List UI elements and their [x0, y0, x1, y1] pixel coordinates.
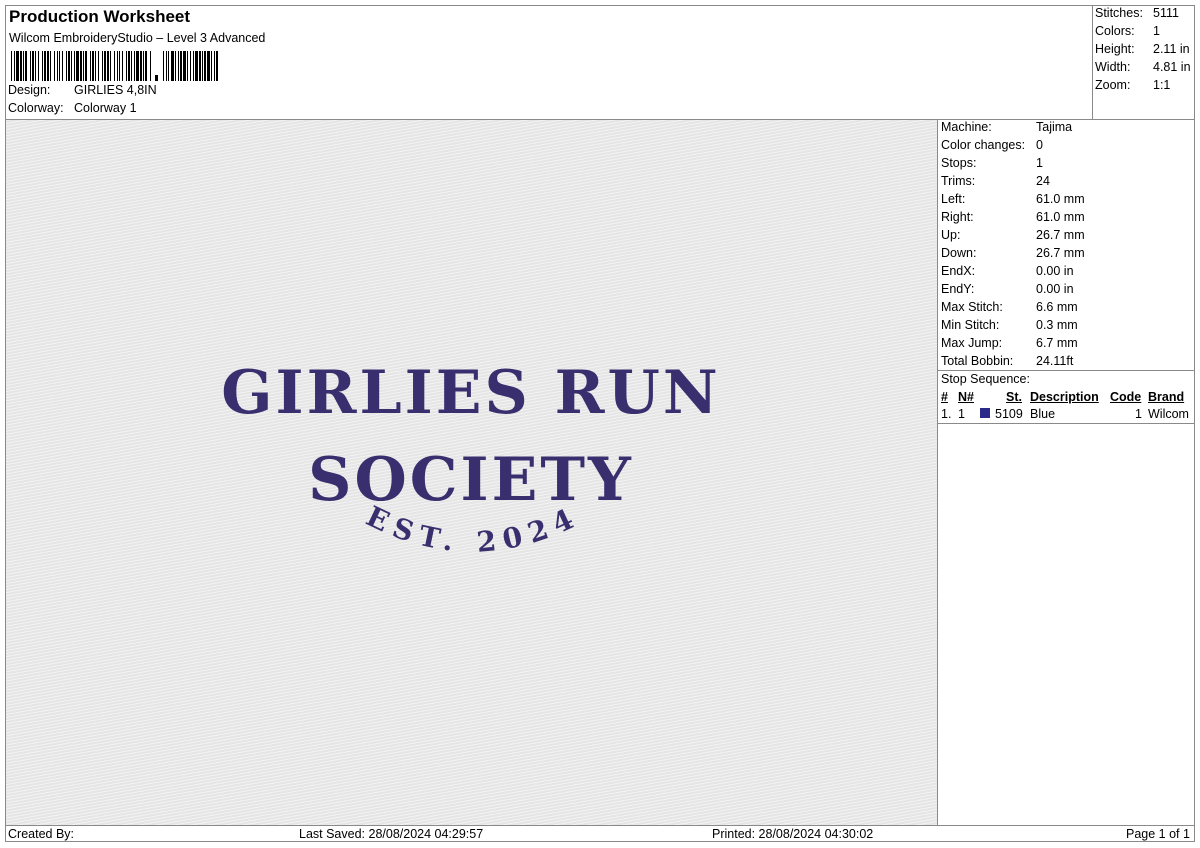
machine-info-value: 24	[1036, 174, 1050, 188]
seq-row-description: Blue	[1030, 407, 1056, 421]
machine-info-value: 26.7 mm	[1036, 246, 1085, 260]
header-divider	[1092, 5, 1093, 119]
col-header-code: Code	[1110, 390, 1142, 404]
machine-info-label: Max Stitch:	[941, 300, 1003, 314]
design-label: Design:	[8, 83, 51, 97]
thread-color-swatch	[980, 408, 990, 418]
footer-page-number: Page 1 of 1	[1126, 827, 1190, 841]
footer-printed: Printed: 28/08/2024 04:30:02	[712, 827, 874, 841]
design-text-line1: GIRLIES RUN	[221, 358, 720, 428]
col-header-n: N#	[958, 390, 974, 404]
stat-value: 2.11 in	[1153, 42, 1190, 56]
footer-last-saved: Last Saved: 28/08/2024 04:29:57	[299, 827, 484, 841]
footer-created-by: Created By:	[8, 827, 75, 841]
stat-label: Width:	[1095, 60, 1131, 74]
machine-info-value: 26.7 mm	[1036, 228, 1085, 242]
design-value: GIRLIES 4,8IN	[74, 83, 157, 97]
machine-info-label: Machine:	[941, 120, 992, 134]
seq-row-brand: Wilcom	[1148, 407, 1189, 421]
stat-label: Colors:	[1095, 24, 1135, 38]
machine-info-label: Down:	[941, 246, 977, 260]
machine-info-value: 0	[1036, 138, 1043, 152]
col-header-description: Description	[1030, 390, 1099, 404]
machine-info-label: Color changes:	[941, 138, 1026, 152]
stop-sequence-row-divider	[938, 423, 1195, 424]
machine-info-label: EndY:	[941, 282, 975, 296]
stat-label: Height:	[1095, 42, 1135, 56]
col-header-st: St.	[1006, 390, 1022, 404]
stat-value: 4.81 in	[1153, 60, 1191, 74]
machine-info-label: Stops:	[941, 156, 977, 170]
stop-sequence-title: Stop Sequence:	[941, 372, 1030, 386]
stat-label: Stitches:	[1095, 6, 1143, 20]
seq-row-num: 1.	[941, 407, 952, 421]
machine-info-value: 0.3 mm	[1036, 318, 1078, 332]
machine-info-value: 61.0 mm	[1036, 210, 1085, 224]
stat-label: Zoom:	[1095, 78, 1131, 92]
col-header-num: #	[941, 390, 948, 404]
machine-info-value: 0.00 in	[1036, 264, 1074, 278]
machine-info-value: 6.6 mm	[1036, 300, 1078, 314]
machine-info-label: Total Bobbin:	[941, 354, 1014, 368]
stat-value: 5111	[1153, 6, 1179, 20]
preview-divider	[937, 120, 938, 825]
colorway-row: Colorway: Colorway 1	[8, 101, 308, 117]
stat-value: 1:1	[1153, 78, 1171, 92]
machine-info-value: 61.0 mm	[1036, 192, 1085, 206]
machine-info-label: Up:	[941, 228, 961, 242]
software-name: Wilcom EmbroideryStudio – Level 3 Advanc…	[9, 31, 266, 45]
design-preview-canvas: GIRLIES RUN SOCIETY EST. 2024	[6, 120, 937, 825]
design-row: Design: GIRLIES 4,8IN	[8, 83, 308, 99]
stop-sequence-divider	[938, 370, 1195, 371]
seq-row-code: 1	[1135, 407, 1142, 421]
seq-row-n: 1	[958, 407, 965, 421]
seq-row-st: 5109	[995, 407, 1023, 421]
col-header-brand: Brand	[1148, 390, 1185, 404]
embroidery-design: GIRLIES RUN SOCIETY EST. 2024	[221, 358, 720, 559]
colorway-label: Colorway:	[8, 101, 64, 115]
stat-value: 1	[1153, 24, 1160, 38]
machine-info-label: EndX:	[941, 264, 976, 278]
machine-info-value: 1	[1036, 156, 1043, 170]
machine-info-value: 6.7 mm	[1036, 336, 1078, 350]
machine-info-value: 0.00 in	[1036, 282, 1074, 296]
machine-info-label: Trims:	[941, 174, 976, 188]
footer-divider	[5, 825, 1195, 826]
machine-info-value: 24.11ft	[1036, 354, 1074, 368]
machine-info-label: Max Jump:	[941, 336, 1003, 350]
design-text-line2: SOCIETY	[308, 445, 634, 515]
worksheet-title: Production Worksheet	[9, 7, 191, 26]
barcode-image	[11, 51, 218, 81]
machine-info-label: Right:	[941, 210, 974, 224]
machine-info-value: Tajima	[1036, 120, 1073, 134]
machine-info-label: Left:	[941, 192, 966, 206]
machine-info-label: Min Stitch:	[941, 318, 1000, 332]
colorway-value: Colorway 1	[74, 101, 137, 115]
worksheet-header: Production Worksheet Wilcom EmbroiderySt…	[5, 5, 1092, 119]
